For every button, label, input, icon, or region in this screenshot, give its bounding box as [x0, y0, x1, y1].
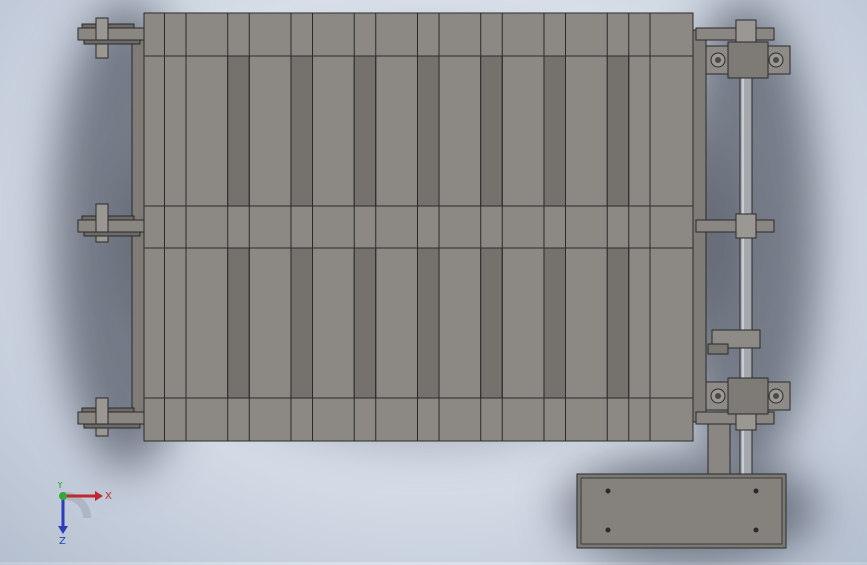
- z-axis-label: Z: [59, 536, 66, 547]
- motor-mount-column: [707, 423, 731, 477]
- slat-gap: [353, 55, 377, 207]
- cad-graphics-area[interactable]: X Y Z: [0, 0, 867, 565]
- bearing-bottom: [705, 377, 791, 415]
- slat-gap: [227, 247, 250, 399]
- slat-gap: [543, 55, 566, 207]
- slat-gap: [606, 55, 630, 207]
- y-axis-dot: [59, 492, 67, 500]
- x-axis-label: X: [105, 491, 112, 502]
- slat-gap: [227, 55, 250, 207]
- view-orientation-triad[interactable]: X Y Z: [45, 482, 125, 552]
- slat-gap: [353, 247, 377, 399]
- slat-gap: [543, 247, 566, 399]
- slat-gap: [606, 247, 630, 399]
- slat-gap: [416, 55, 440, 207]
- slat-gap: [290, 247, 313, 399]
- bearing-top: [705, 41, 791, 79]
- conveyor-model[interactable]: [0, 0, 867, 562]
- slat-gap: [416, 247, 440, 399]
- right-sprocket-middle: [695, 213, 775, 239]
- slat-gap: [480, 55, 503, 207]
- slat-gap: [290, 55, 313, 207]
- y-axis-label: Y: [56, 482, 64, 491]
- gear-motor-housing: [576, 473, 787, 549]
- slat-gap: [480, 247, 503, 399]
